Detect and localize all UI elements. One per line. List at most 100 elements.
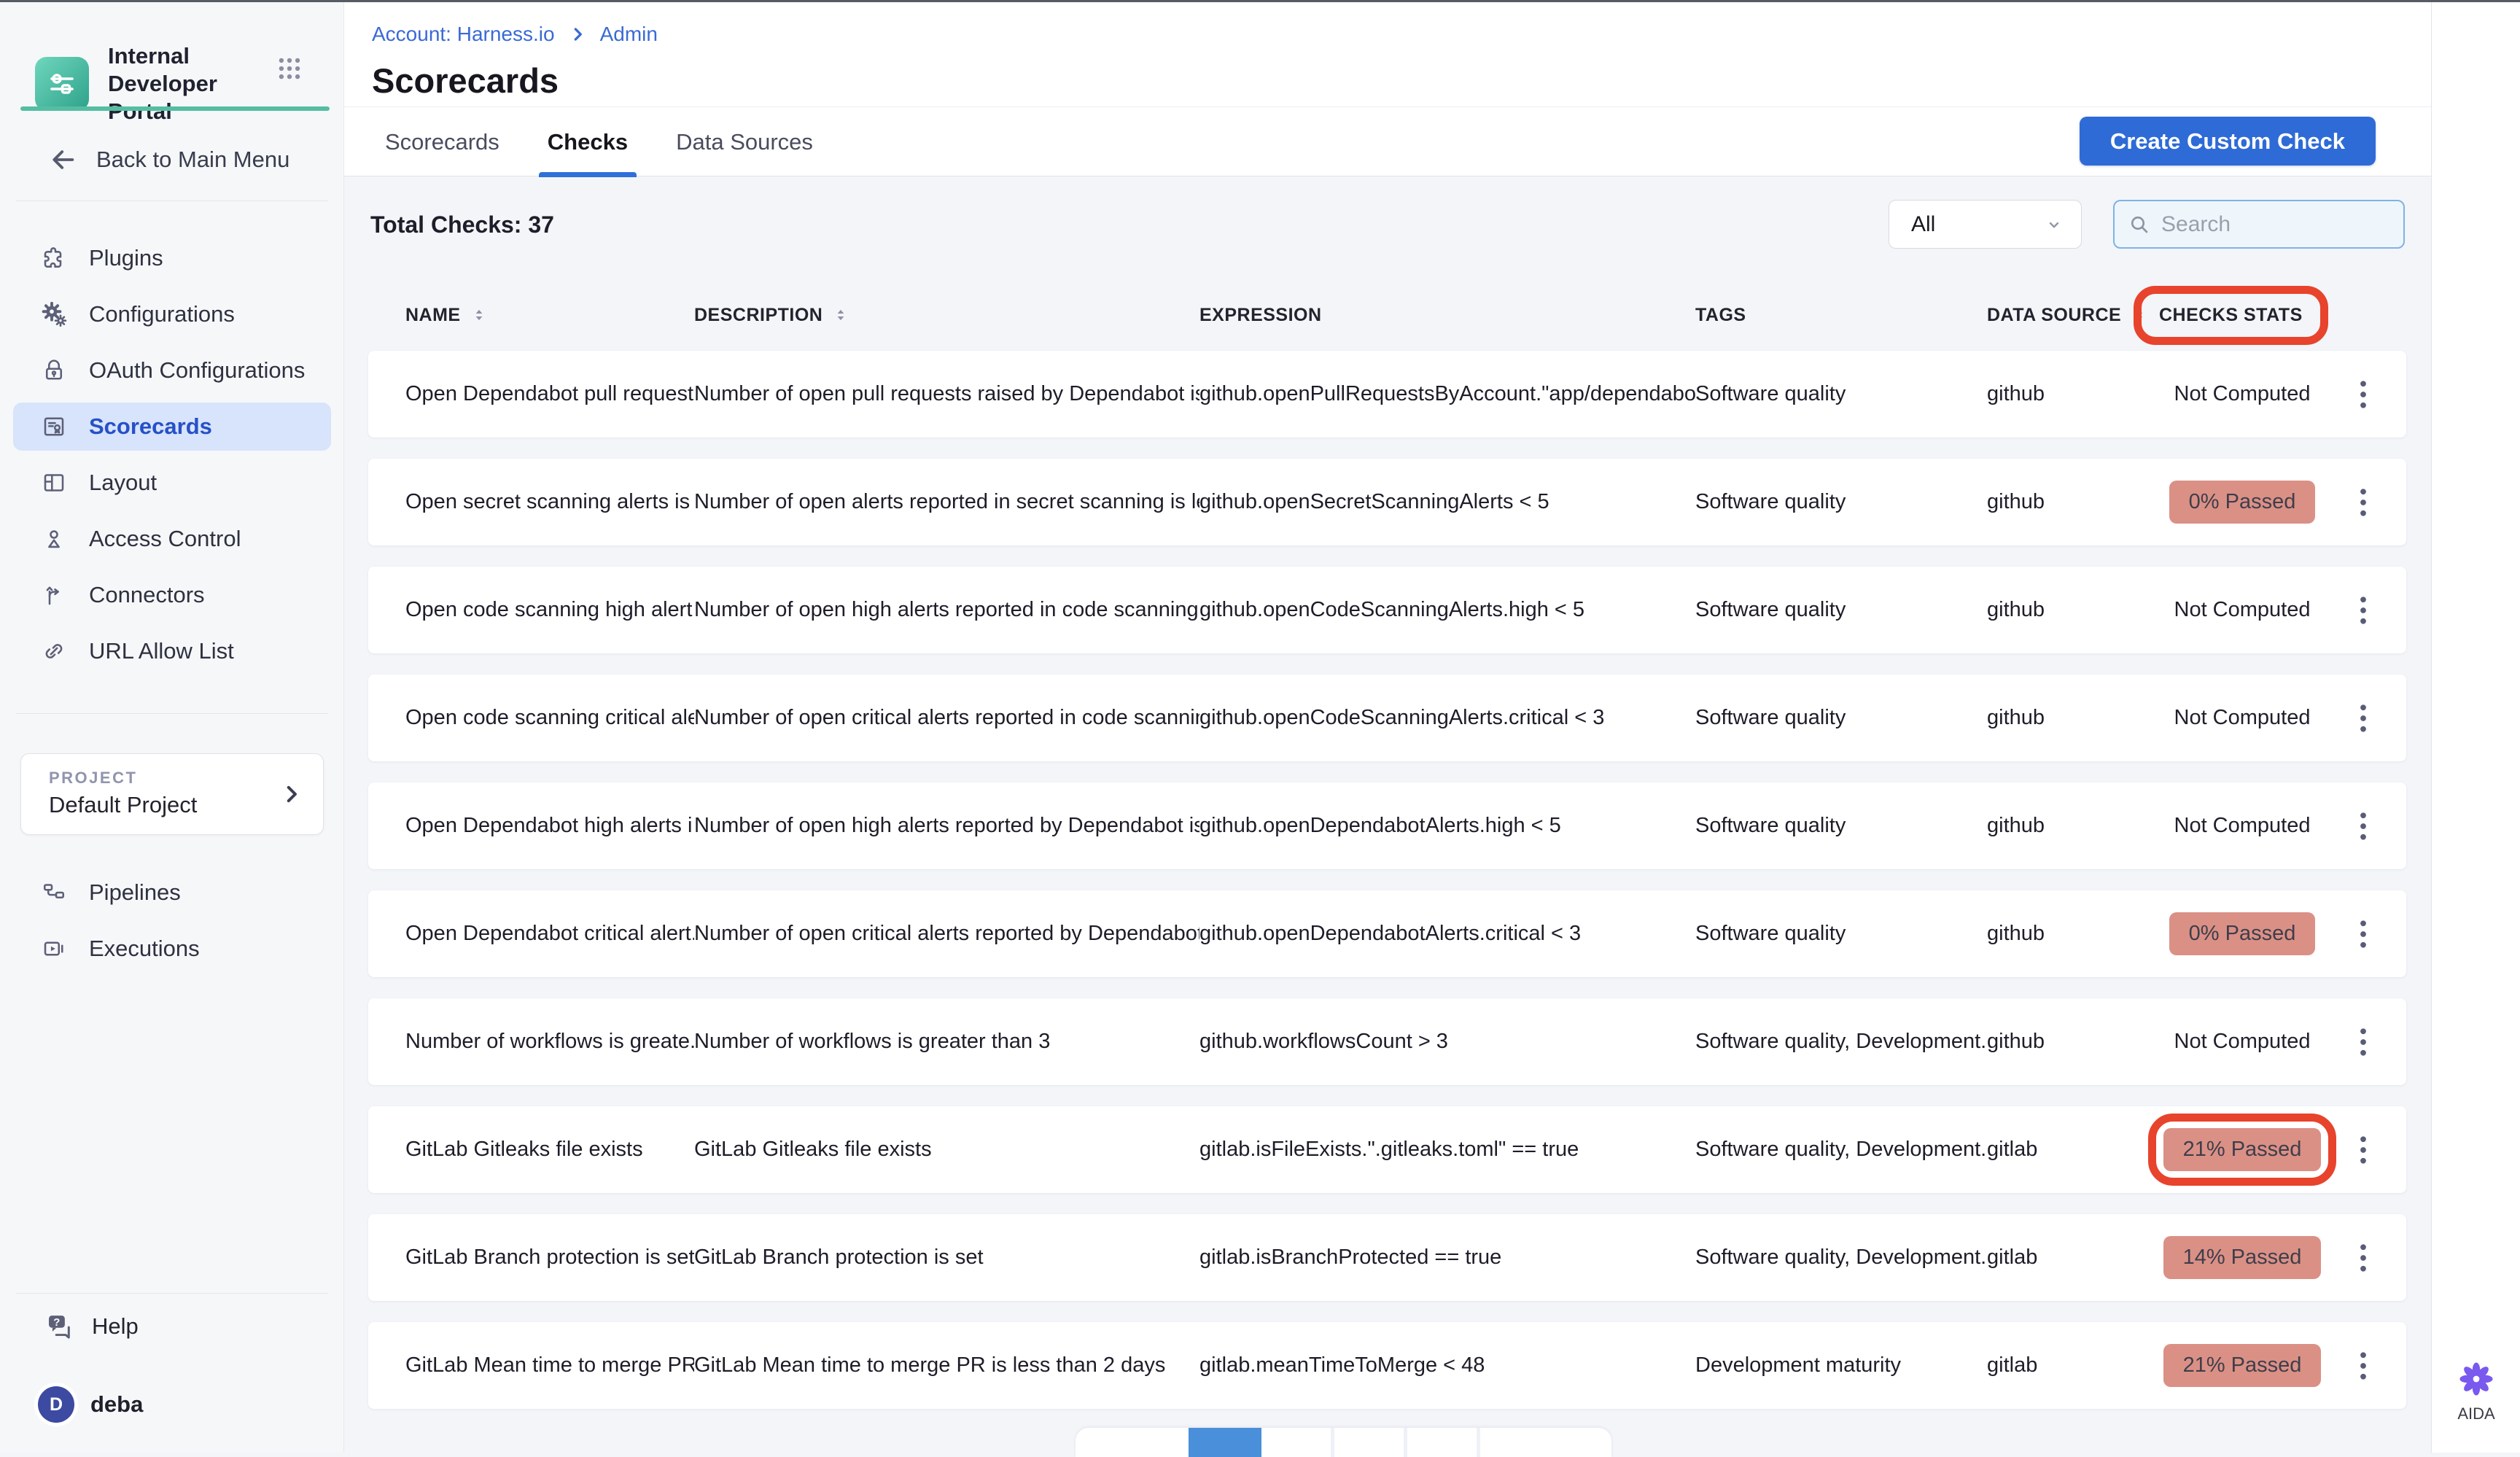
sidebar-item-access-control[interactable]: Access Control: [13, 515, 331, 563]
row-menu-button[interactable]: [2342, 688, 2384, 749]
row-actions: [2333, 1227, 2406, 1289]
check-tags: Software quality: [1695, 706, 1987, 730]
check-name: Open code scanning critical ale...: [405, 706, 694, 730]
checks-stats-text: Not Computed: [2174, 598, 2311, 622]
tags-filter-select[interactable]: All: [1889, 200, 2082, 249]
check-name: Open secret scanning alerts is ...: [405, 490, 694, 514]
sidebar-item-url-allow-list[interactable]: URL Allow List: [13, 627, 331, 675]
check-data-source: gitlab: [1987, 1246, 2151, 1270]
configurations-icon: [41, 301, 67, 327]
layout-icon: [41, 470, 67, 496]
tab-scorecards[interactable]: Scorecards: [385, 107, 499, 177]
back-to-main-menu-button[interactable]: Back to Main Menu: [48, 145, 289, 174]
check-stats-cell: 14% Passed: [2151, 1236, 2333, 1279]
apps-grid-icon[interactable]: [276, 55, 303, 82]
help-button[interactable]: ? Help: [44, 1311, 139, 1342]
help-label: Help: [92, 1313, 139, 1340]
search-box: [2113, 200, 2405, 249]
tab-checks[interactable]: Checks: [548, 107, 628, 177]
check-stats-cell: 0% Passed: [2151, 481, 2333, 524]
sidebar-item-plugins[interactable]: Plugins: [13, 234, 331, 282]
sidebar-item-layout[interactable]: Layout: [13, 459, 331, 507]
table-toolbar: Total Checks: 37 All: [344, 176, 2431, 279]
row-actions: [2333, 364, 2406, 425]
check-expression: github.openDependabotAlerts.critical < 3: [1199, 922, 1695, 946]
check-name: Open Dependabot high alerts i...: [405, 814, 694, 838]
breadcrumb: Account: Harness.io Admin: [372, 23, 658, 46]
breadcrumb-account-link[interactable]: Account: Harness.io: [372, 23, 555, 46]
column-header-data-source[interactable]: DATA SOURCE: [1987, 305, 2151, 326]
column-label: EXPRESSION: [1199, 305, 1322, 326]
sort-icon[interactable]: [470, 306, 489, 325]
pagination-separator: [1477, 1428, 1480, 1457]
check-description: Number of open alerts reported in secret…: [694, 490, 1199, 514]
row-menu-button[interactable]: [2342, 1335, 2384, 1396]
create-custom-check-button[interactable]: Create Custom Check: [2080, 117, 2376, 166]
aida-widget[interactable]: AIDA: [2432, 1360, 2520, 1423]
sidebar-item-oauth-configurations[interactable]: OAuth Configurations: [13, 346, 331, 395]
check-description: GitLab Mean time to merge PR is less tha…: [694, 1353, 1199, 1378]
check-expression: github.workflowsCount > 3: [1199, 1030, 1695, 1054]
check-row: GitLab Branch protection is setGitLab Br…: [368, 1214, 2406, 1301]
user-menu[interactable]: D deba: [38, 1386, 143, 1423]
check-expression: github.openSecretScanningAlerts < 5: [1199, 490, 1695, 514]
check-data-source: gitlab: [1987, 1138, 2151, 1162]
column-header-tags: TAGS: [1695, 305, 1987, 326]
check-data-source: github: [1987, 706, 2151, 730]
column-header-checks-stats: CHECKS STATS: [2151, 305, 2333, 326]
check-name: Open code scanning high alert...: [405, 598, 694, 622]
sidebar-item-connectors[interactable]: Connectors: [13, 571, 331, 619]
checks-stats-text: Not Computed: [2174, 1030, 2311, 1054]
column-header-name[interactable]: NAME: [405, 305, 694, 326]
aida-label: AIDA: [2432, 1404, 2520, 1423]
check-data-source: github: [1987, 814, 2151, 838]
checks-stats-badge: 21% Passed: [2163, 1128, 2322, 1171]
sidebar-item-executions[interactable]: Executions: [13, 925, 331, 973]
column-header-description[interactable]: DESCRIPTION: [694, 305, 1199, 326]
check-tags: Software quality, Development...: [1695, 1246, 1987, 1270]
sidebar-item-label: Plugins: [89, 245, 163, 271]
row-menu-button[interactable]: [2342, 904, 2384, 965]
row-menu-button[interactable]: [2342, 580, 2384, 641]
annotation-ring: 21% Passed: [2148, 1114, 2337, 1186]
sidebar-item-label: Scorecards: [89, 413, 212, 440]
project-name: Default Project: [49, 792, 197, 818]
user-name: deba: [90, 1391, 143, 1418]
row-menu-button[interactable]: [2342, 364, 2384, 425]
annotation-ring: CHECKS STATS: [2134, 286, 2328, 345]
sidebar-item-label: URL Allow List: [89, 638, 234, 664]
idp-logo-icon: [35, 57, 89, 111]
sort-icon[interactable]: [831, 306, 850, 325]
breadcrumb-admin-link[interactable]: Admin: [600, 23, 658, 46]
row-menu-button[interactable]: [2342, 1227, 2384, 1289]
row-menu-button[interactable]: [2342, 796, 2384, 857]
row-menu-button[interactable]: [2342, 1011, 2384, 1073]
column-label: DATA SOURCE: [1987, 305, 2121, 326]
check-stats-cell: 21% Passed: [2151, 1114, 2333, 1186]
row-menu-button[interactable]: [2342, 1119, 2384, 1181]
check-row: Open secret scanning alerts is ...Number…: [368, 459, 2406, 545]
arrow-left-icon: [48, 145, 77, 174]
check-tags: Software quality: [1695, 814, 1987, 838]
row-actions: [2333, 796, 2406, 857]
pagination-active-page[interactable]: [1189, 1428, 1261, 1457]
check-row: Open Dependabot critical alert...Number …: [368, 890, 2406, 977]
sidebar-item-label: Connectors: [89, 582, 205, 608]
project-selector[interactable]: PROJECT Default Project: [20, 753, 324, 835]
total-checks-label: Total Checks: 37: [370, 211, 554, 238]
scorecards-icon: [41, 413, 67, 440]
sidebar-item-configurations[interactable]: Configurations: [13, 290, 331, 338]
sidebar-item-label: Access Control: [89, 526, 241, 552]
row-menu-button[interactable]: [2342, 472, 2384, 533]
check-expression: gitlab.isBranchProtected == true: [1199, 1246, 1695, 1270]
tab-data-sources[interactable]: Data Sources: [676, 107, 813, 177]
divider: [16, 1293, 328, 1294]
sidebar-item-pipelines[interactable]: Pipelines: [13, 869, 331, 917]
check-row: Open code scanning high alert...Number o…: [368, 567, 2406, 653]
check-tags: Software quality, Development...: [1695, 1030, 1987, 1054]
pagination[interactable]: [1076, 1428, 1611, 1457]
connectors-icon: [41, 582, 67, 608]
help-chat-icon: ?: [44, 1311, 74, 1342]
sidebar-item-scorecards[interactable]: Scorecards: [13, 403, 331, 451]
search-input[interactable]: [2161, 212, 2443, 237]
